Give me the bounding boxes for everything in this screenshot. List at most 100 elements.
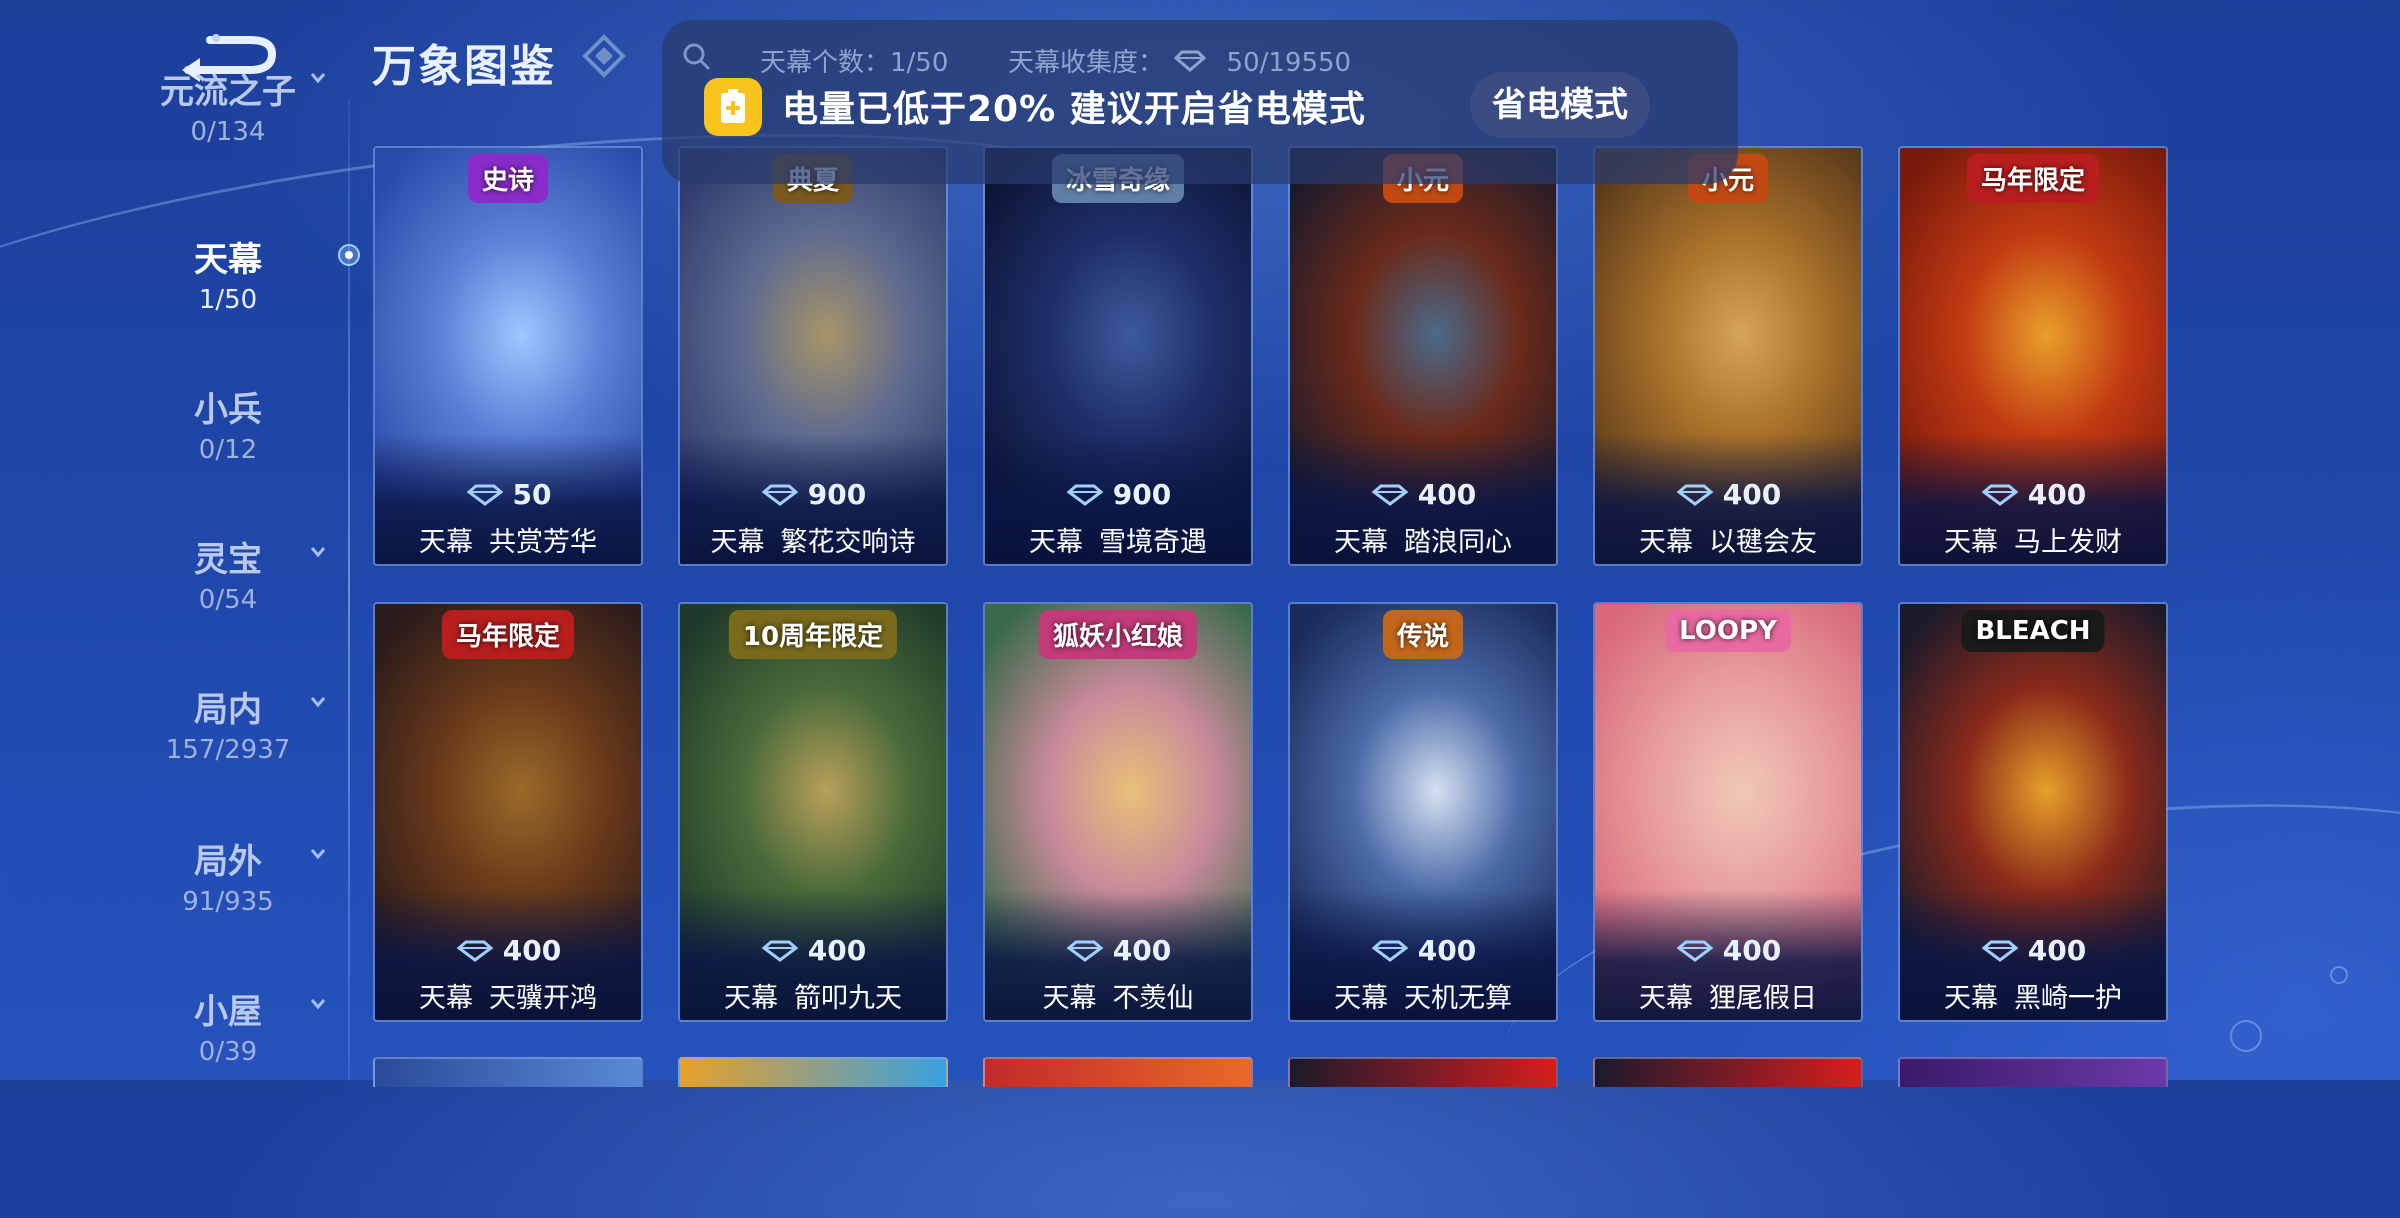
rarity-badge: 马年限定: [1966, 154, 2100, 203]
diamond-icon: [1065, 936, 1105, 969]
sidebar-item-label: 局内: [194, 690, 262, 730]
diamond-icon: [1980, 480, 2020, 513]
diamond-icon: [760, 480, 800, 513]
card-name: 马上发财: [2014, 527, 2122, 558]
card-price-value: 400: [807, 934, 867, 967]
card-type: 天幕: [1334, 983, 1388, 1014]
collection-progress: 天幕收集度： 50/19550: [1008, 42, 1351, 79]
card-type: 天幕: [1944, 983, 1998, 1014]
card-peek[interactable]: [1288, 1057, 1558, 1087]
card-price: 400: [1595, 478, 1861, 513]
diamond-icon: [1370, 936, 1410, 969]
skin-card[interactable]: 小元 400 天幕 以毽会友: [1593, 146, 1863, 566]
card-price-value: 900: [807, 478, 867, 511]
rarity-badge: BLEACH: [1961, 610, 2105, 652]
card-price: 400: [680, 934, 946, 969]
sidebar-item-count: 0/134: [190, 117, 266, 147]
card-name: 繁花交响诗: [780, 527, 916, 558]
skin-card[interactable]: LOOPY 400 天幕 狸尾假日: [1593, 602, 1863, 1022]
chevron-down-icon: [310, 696, 326, 712]
card-name: 不羡仙: [1112, 983, 1194, 1014]
diamond-icon: [1980, 936, 2020, 969]
card-type: 天幕: [1042, 983, 1097, 1014]
card-type: 天幕: [419, 983, 473, 1014]
card-type: 天幕: [710, 527, 765, 558]
low-battery-notice: 天幕个数：1/50 天幕收集度： 50/19550 电量已低于20% 建议开启省…: [662, 20, 1738, 184]
card-label: 天幕 繁花交响诗: [680, 520, 946, 559]
card-label: 天幕 天骥开鸿: [375, 976, 641, 1015]
skin-card[interactable]: BLEACH 400 天幕 黑崎一护: [1898, 602, 2168, 1022]
skin-card[interactable]: 10周年限定 400 天幕 箭叩九天: [678, 602, 948, 1022]
diamond-icon: [1172, 49, 1208, 79]
notice-message: 电量已低于20% 建议开启省电模式: [782, 89, 1366, 130]
rarity-badge: LOOPY: [1665, 610, 1791, 652]
sidebar-item-junei[interactable]: 局内 157/2937: [130, 682, 326, 765]
sidebar-item-yuanliu[interactable]: 元流之子 0/134: [130, 72, 326, 147]
card-type: 天幕: [724, 983, 778, 1014]
sidebar: 元流之子 0/134 天幕 1/50 小兵 0/12 灵宝 0/54 局内 15…: [0, 0, 360, 1080]
card-label: 天幕 狸尾假日: [1595, 976, 1861, 1015]
diamond-icon: [1370, 480, 1410, 513]
chevron-down-icon: [310, 848, 326, 864]
diamond-icon: [455, 936, 495, 969]
sidebar-item-juwai[interactable]: 局外 91/935: [130, 834, 326, 917]
skin-card[interactable]: 传说 400 天幕 天机无算: [1288, 602, 1558, 1022]
sidebar-item-xiaobing[interactable]: 小兵 0/12: [130, 382, 326, 465]
sidebar-item-label: 局外: [194, 842, 262, 882]
sidebar-item-count: 0/39: [198, 1037, 258, 1067]
rarity-badge: 狐妖小红娘: [1038, 610, 1198, 659]
chevron-down-icon: [310, 998, 326, 1014]
card-price: 400: [1900, 934, 2166, 969]
card-type: 天幕: [1639, 983, 1693, 1014]
power-saving-mode-button[interactable]: 省电模式: [1470, 72, 1650, 138]
sidebar-item-label: 小屋: [194, 992, 262, 1032]
card-price: 400: [1290, 934, 1556, 969]
collection-value: 50/19550: [1226, 48, 1352, 78]
sidebar-item-tianmu[interactable]: 天幕 1/50: [130, 232, 326, 315]
sidebar-item-count: 0/54: [198, 585, 258, 615]
sidebar-item-label: 天幕: [194, 240, 262, 280]
card-label: 天幕 不羡仙: [985, 976, 1251, 1015]
card-type: 天幕: [1639, 527, 1693, 558]
sidebar-item-count: 1/50: [198, 285, 258, 315]
card-label: 天幕 马上发财: [1900, 520, 2166, 559]
card-price-value: 400: [502, 934, 562, 967]
card-peek[interactable]: [678, 1057, 948, 1087]
sidebar-item-lingbao[interactable]: 灵宝 0/54: [130, 532, 326, 615]
diamond-icon: [1065, 480, 1105, 513]
card-price: 400: [1290, 478, 1556, 513]
card-peek[interactable]: [1898, 1057, 2168, 1087]
card-type: 天幕: [419, 527, 473, 558]
skin-card[interactable]: 史诗 50 天幕 共赏芳华: [373, 146, 643, 566]
skin-card[interactable]: 小元400天幕踏浪同心: [1288, 146, 1558, 566]
sidebar-item-xiaowu[interactable]: 小屋 0/39: [130, 984, 326, 1067]
card-name: 踏浪同心: [1404, 527, 1512, 558]
card-peek[interactable]: [1593, 1057, 1863, 1087]
sidebar-item-label: 元流之子: [160, 72, 296, 112]
skin-card[interactable]: 马年限定 400 天幕 天骥开鸿: [373, 602, 643, 1022]
chevron-down-icon: [310, 546, 326, 562]
battery-plus-icon: [704, 78, 762, 136]
skin-card[interactable]: 典夏900天幕繁花交响诗: [678, 146, 948, 566]
card-name: 雪境奇遇: [1099, 527, 1207, 558]
sidebar-item-label: 小兵: [194, 390, 262, 430]
card-peek[interactable]: [983, 1057, 1253, 1087]
skin-card[interactable]: 冰雪奇缘900天幕雪境奇遇: [983, 146, 1253, 566]
page-title: 万象图鉴: [372, 41, 556, 92]
diamond-icon: [582, 34, 626, 78]
skin-card[interactable]: 狐妖小红娘 400 天幕 不羡仙: [983, 602, 1253, 1022]
card-price-value: 400: [1417, 934, 1477, 967]
card-name: 天骥开鸿: [489, 983, 597, 1014]
card-peek[interactable]: [373, 1057, 643, 1087]
sidebar-item-count: 157/2937: [165, 735, 291, 765]
card-label: 天幕 雪境奇遇: [985, 520, 1251, 559]
card-price: 400: [375, 934, 641, 969]
card-price-value: 400: [1722, 478, 1782, 511]
card-name: 箭叩九天: [794, 983, 902, 1014]
card-price-value: 50: [512, 478, 552, 511]
chevron-down-icon: [310, 72, 326, 88]
rarity-badge: 传说: [1382, 610, 1464, 659]
card-type: 天幕: [1029, 527, 1083, 558]
skin-card[interactable]: 马年限定 400 天幕 马上发财: [1898, 146, 2168, 566]
collection-label: 天幕收集度：: [1008, 48, 1165, 78]
